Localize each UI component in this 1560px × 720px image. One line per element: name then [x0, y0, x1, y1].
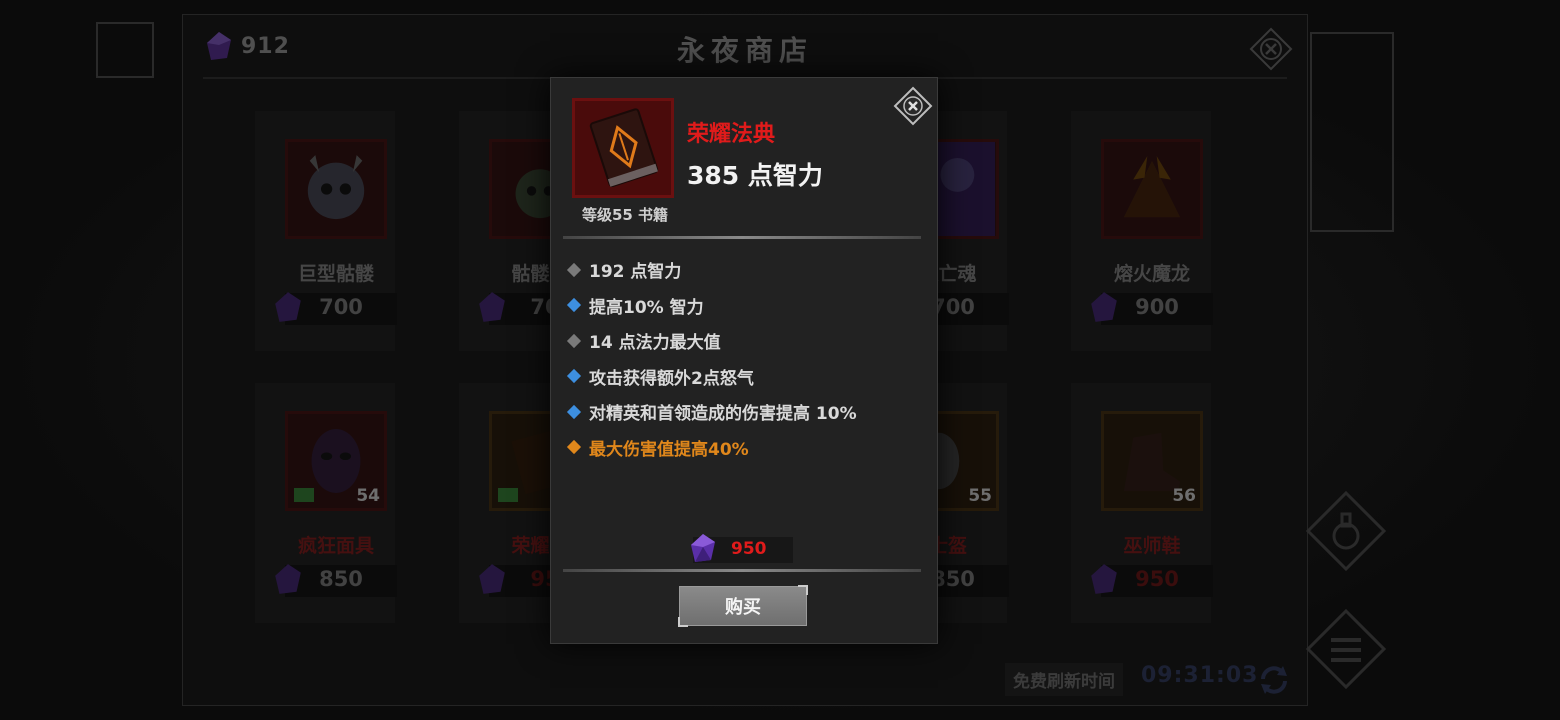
mask-portrait-icon: 54	[285, 411, 387, 511]
shop-item-card[interactable]: 54 疯狂面具 850	[255, 383, 397, 623]
refresh-label: 免费刷新时间	[1005, 663, 1123, 696]
close-icon[interactable]	[893, 86, 933, 126]
shop-item-price: 700	[275, 292, 397, 325]
item-name: 荣耀法典	[687, 122, 776, 147]
shop-title: 永夜商店	[676, 34, 813, 67]
shop-item-card[interactable]: 熔火魔龙 900	[1071, 111, 1213, 351]
book-icon	[498, 488, 518, 502]
divider	[563, 236, 921, 239]
purple-gem-icon	[691, 534, 715, 562]
book-icon	[294, 488, 314, 502]
tome-book-icon	[572, 98, 674, 198]
stat-line: 192 点智力	[565, 252, 925, 288]
shop-item-name: 巫师鞋	[1123, 535, 1181, 557]
stat-line: 对精英和首领造成的伤害提高 10%	[565, 394, 925, 430]
boots-portrait-icon: 56	[1101, 411, 1203, 511]
shop-item-name: 疯狂面具	[297, 535, 374, 557]
item-main-stat: 385 点智力	[687, 161, 823, 190]
buy-button[interactable]: 购买	[678, 585, 808, 627]
divider	[563, 569, 921, 572]
diamond-bullet-icon	[566, 440, 582, 455]
shop-item-price: 950	[1091, 564, 1213, 597]
item-level: 55	[968, 486, 992, 506]
item-price: 950	[691, 534, 793, 563]
background-side-panel	[1310, 32, 1394, 232]
item-level: 54	[356, 486, 380, 506]
item-level: 56	[1172, 486, 1196, 506]
item-level-type: 等级55 书籍	[581, 206, 669, 224]
diamond-bullet-icon	[566, 404, 582, 419]
stats-list: 192 点智力 提高10% 智力 14 点法力最大值 攻击获得额外2点怒气 对精…	[565, 252, 925, 465]
stat-line: 攻击获得额外2点怒气	[565, 359, 925, 395]
skeleton-portrait-icon	[285, 139, 387, 239]
close-icon[interactable]	[1249, 27, 1293, 71]
diamond-bullet-icon	[566, 333, 582, 348]
diamond-bullet-icon	[566, 369, 582, 384]
diamond-bullet-icon	[566, 262, 582, 277]
background-hud-frame	[96, 22, 154, 78]
price-value: 950	[731, 539, 767, 559]
fire-dragon-portrait-icon	[1101, 139, 1203, 239]
stat-line: 14 点法力最大值	[565, 323, 925, 359]
potion-icon[interactable]	[1305, 490, 1387, 572]
item-detail-modal: 等级55 书籍 荣耀法典 385 点智力 192 点智力 提高10% 智力 14…	[550, 77, 938, 644]
diamond-bullet-icon	[566, 298, 582, 313]
refresh-icon[interactable]	[1257, 663, 1291, 697]
shop-item-price: 900	[1091, 292, 1213, 325]
shop-item-card[interactable]: 56 巫师鞋 950	[1071, 383, 1213, 623]
list-icon[interactable]	[1305, 608, 1387, 690]
stat-line: 最大伤害值提高40%	[565, 430, 925, 466]
shop-item-price: 850	[275, 564, 397, 597]
stat-line: 提高10% 智力	[565, 288, 925, 324]
shop-item-name: 巨型骷髅	[297, 263, 374, 285]
shop-item-card[interactable]: 巨型骷髅 700	[255, 111, 397, 351]
shop-item-name: 熔火魔龙	[1113, 263, 1190, 285]
refresh-timer: 09:31:03	[1141, 663, 1259, 688]
